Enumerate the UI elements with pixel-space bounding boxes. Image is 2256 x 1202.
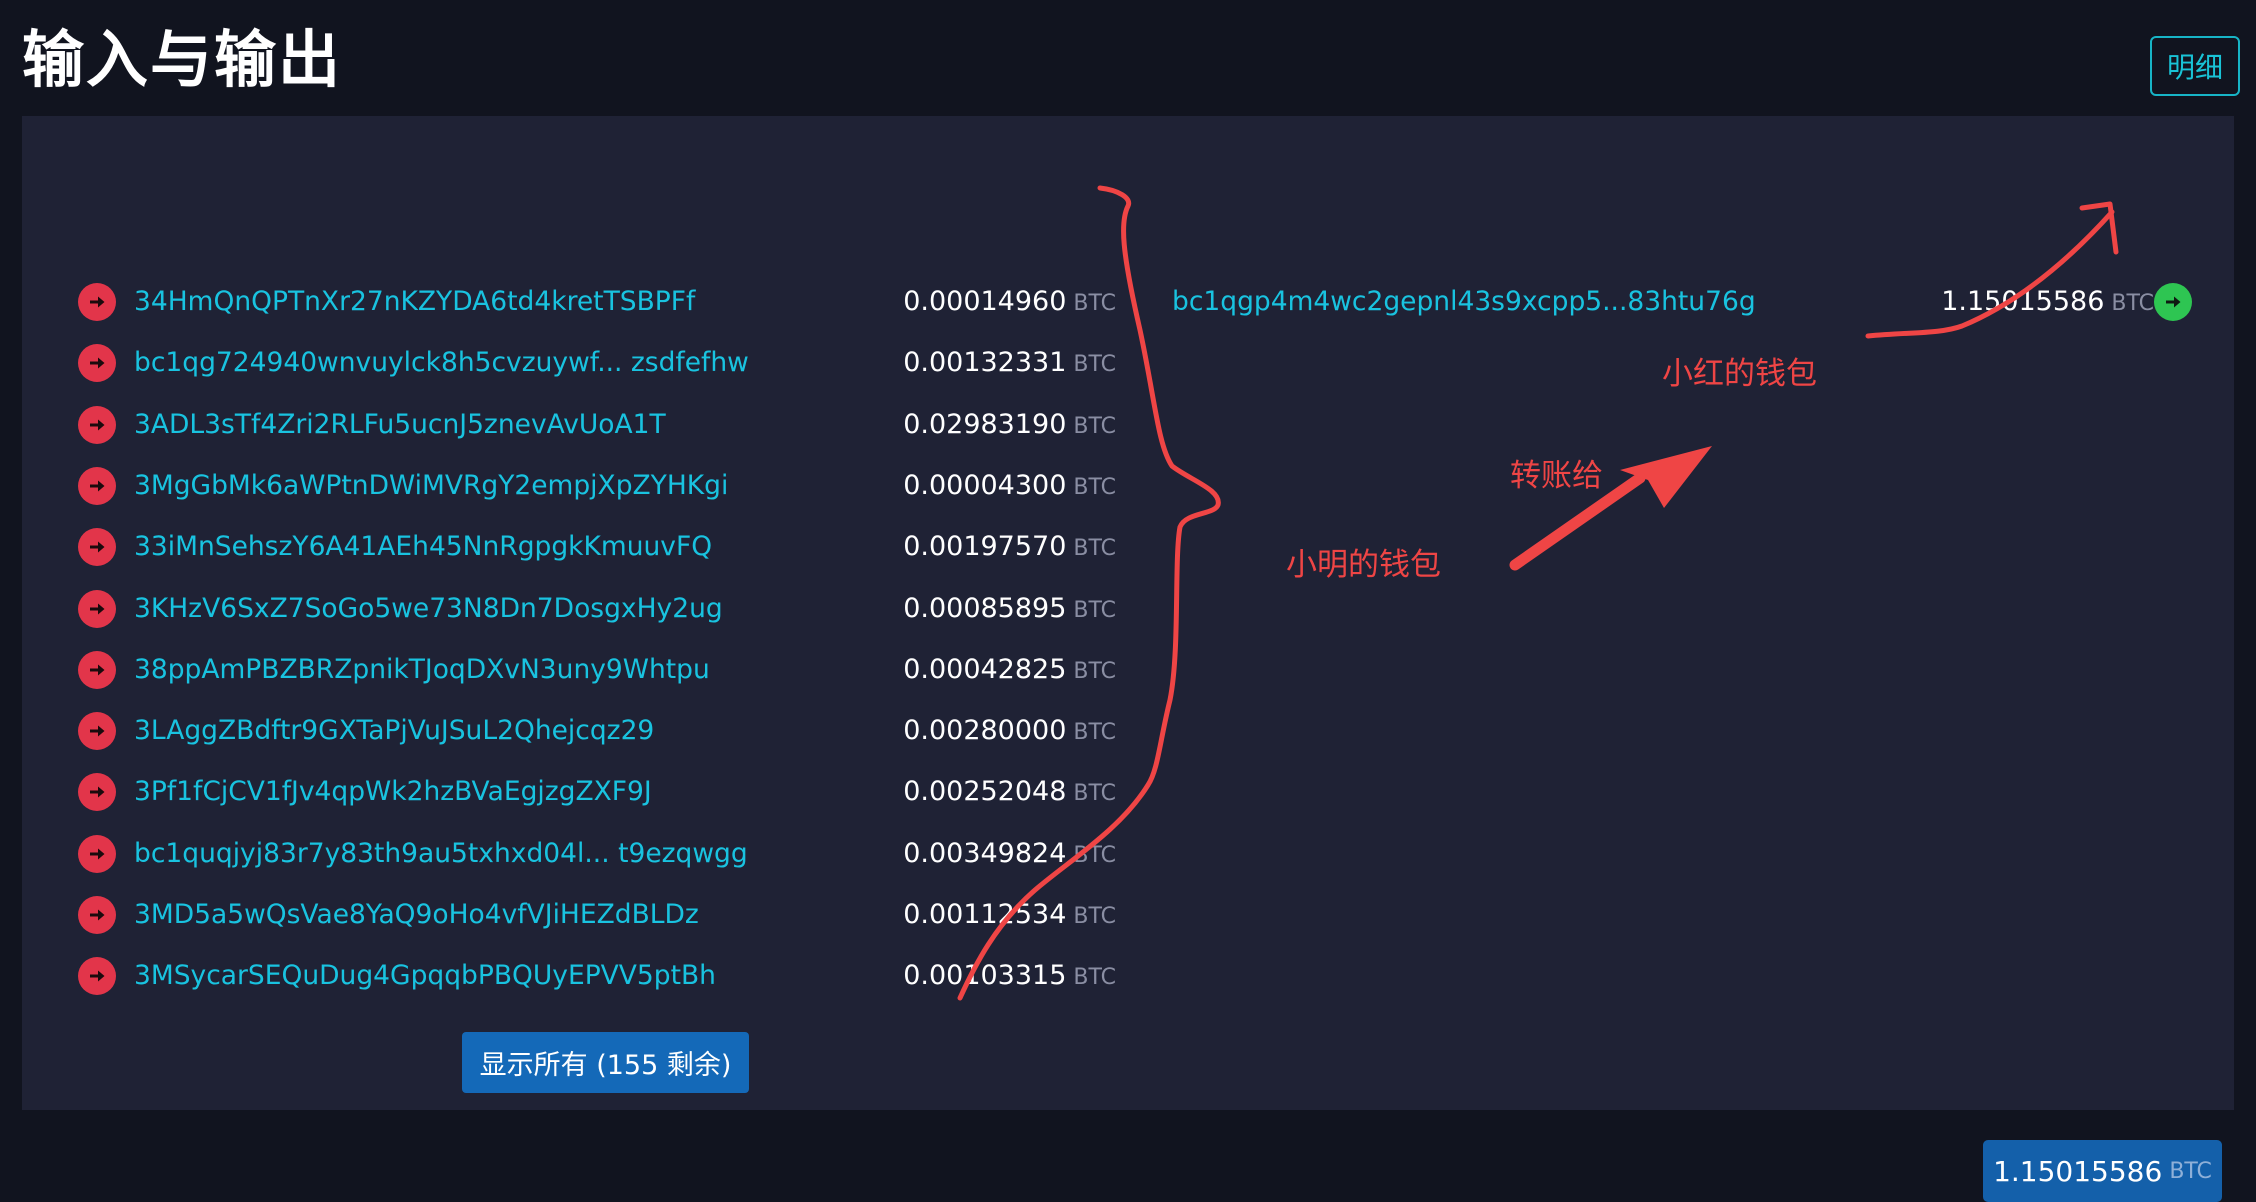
- arrow-right-circle-icon[interactable]: [78, 344, 116, 383]
- header: 输入与输出 明细: [0, 0, 2256, 116]
- input-amount-unit: BTC: [1073, 965, 1116, 991]
- input-amount: 0.00280000 BTC: [722, 701, 1116, 761]
- output-address-link[interactable]: bc1qgp4m4wc2gepnl43s9xcpp5...83htu76g: [1172, 280, 1756, 324]
- arrow-right-circle-icon[interactable]: [78, 405, 116, 444]
- page-title: 输入与输出: [22, 23, 343, 96]
- arrow-right-circle-icon[interactable]: [78, 589, 116, 628]
- input-address-link[interactable]: 34HmQnQPTnXr27nKZYDA6td4kretTSBPFf: [134, 280, 695, 324]
- arrow-right-circle-icon[interactable]: [78, 957, 116, 996]
- input-amount: 0.00042825 BTC: [722, 640, 1116, 700]
- input-amount-value: 0.00103315: [903, 960, 1067, 992]
- total-amount-unit: BTC: [2169, 1158, 2212, 1184]
- total-amount-badge: 1.15015586 BTC: [1983, 1140, 2222, 1202]
- input-address-link[interactable]: bc1qg724940wnvuylck8h5cvzuywf... zsdfefh…: [134, 341, 749, 385]
- input-amount-value: 0.00014960: [903, 286, 1067, 317]
- input-amount: 0.00004300 BTC: [722, 456, 1116, 516]
- annotation-sender-wallet: 小明的钱包: [1286, 547, 1441, 583]
- input-address-link[interactable]: 3Pf1fCjCV1fJv4qpWk2hzBVaEgjzgZXF9J: [134, 770, 652, 814]
- input-amount: 0.00349824 BTC: [722, 824, 1116, 884]
- input-amount-unit: BTC: [1073, 413, 1116, 439]
- input-row: 34HmQnQPTnXr27nKZYDA6td4kretTSBPFf 0.0001…: [22, 272, 1122, 332]
- input-row: 33iMnSehszY6A41AEh45NnRgpgkKmuuvFQ 0.0019…: [22, 517, 1122, 577]
- input-amount-unit: BTC: [1073, 658, 1116, 684]
- input-row: 3KHzV6SxZ7SoGo5we73N8Dn7DosgxHy2ug 0.0008…: [22, 579, 1122, 639]
- arrow-right-circle-icon[interactable]: [2154, 283, 2192, 321]
- input-amount-unit: BTC: [1073, 781, 1116, 807]
- input-address-link[interactable]: 3LAggZBdftr9GXTaPjVuJSuL2Qhejcqz29: [134, 709, 654, 753]
- input-amount: 0.00085895 BTC: [722, 579, 1116, 639]
- input-amount-value: 0.00004300: [903, 469, 1067, 501]
- arrow-right-circle-icon[interactable]: [78, 283, 116, 321]
- input-address-link[interactable]: 3MSycarSEQuDug4GpqqbPBQUyEPVV5ptBh: [134, 954, 716, 998]
- annotation-transfer-to: 转账给: [1510, 458, 1603, 494]
- arrow-right-circle-icon[interactable]: [78, 466, 116, 505]
- output-amount-value: 1.15015586: [1941, 286, 2105, 317]
- input-amount-value: 0.00280000: [903, 715, 1067, 747]
- input-amount: 0.00014960 BTC: [722, 272, 1116, 332]
- inputs-outputs-panel: 34HmQnQPTnXr27nKZYDA6td4kretTSBPFf 0.0001…: [22, 116, 2234, 1202]
- input-amount-value: 0.00042825: [903, 653, 1067, 685]
- input-row: 3MSycarSEQuDug4GpqqbPBQUyEPVV5ptBh 0.0010…: [22, 946, 1122, 1006]
- input-row: 3MD5a5wQsVae8YaQ9oHo4vfVJiHEZdBLDz 0.0011…: [22, 885, 1122, 945]
- input-amount-unit: BTC: [1073, 720, 1116, 746]
- input-address-link[interactable]: 33iMnSehszY6A41AEh45NnRgpgkKmuuvFQ: [134, 525, 712, 569]
- input-amount-value: 0.02983190: [903, 408, 1067, 440]
- total-amount-value: 1.15015586: [1993, 1154, 2163, 1188]
- output-amount: 1.15015586 BTC: [1802, 272, 2154, 332]
- input-amount-value: 0.00349824: [903, 837, 1067, 869]
- input-amount-value: 0.00197570: [903, 531, 1067, 563]
- input-amount-unit: BTC: [1073, 904, 1116, 929]
- input-amount-unit: BTC: [1073, 842, 1116, 868]
- input-address-link[interactable]: 3ADL3sTf4Zri2RLFu5ucnJ5znevAvUoA1T: [134, 403, 666, 447]
- input-amount: 0.00103315 BTC: [722, 946, 1116, 1006]
- show-all-button[interactable]: 显示所有 (155 剩余): [462, 1032, 749, 1093]
- input-amount: 0.00132331 BTC: [722, 333, 1116, 393]
- input-amount-unit: BTC: [1073, 536, 1116, 562]
- arrow-right-circle-icon[interactable]: [78, 712, 116, 751]
- input-row: 3MgGbMk6aWPtnDWiMVRgY2empjXpZYHKgi 0.0000…: [22, 456, 1122, 516]
- input-amount: 0.00197570 BTC: [722, 517, 1116, 577]
- input-amount: 0.00112534 BTC: [722, 885, 1116, 945]
- arrow-right-circle-icon[interactable]: [78, 896, 116, 934]
- output-amount-unit: BTC: [2111, 291, 2154, 316]
- input-amount-unit: BTC: [1073, 352, 1116, 378]
- input-amount-value: 0.00252048: [903, 776, 1067, 808]
- arrow-right-circle-icon[interactable]: [78, 773, 116, 812]
- input-row: bc1quqjyj83r7y83th9au5txhxd04l... t9ezqw…: [22, 824, 1122, 884]
- input-amount-value: 0.00112534: [903, 899, 1067, 930]
- input-amount-unit: BTC: [1073, 474, 1116, 500]
- input-amount-value: 0.00132331: [903, 347, 1067, 379]
- input-amount-unit: BTC: [1073, 597, 1116, 623]
- input-address-link[interactable]: 38ppAmPBZBRZpnikTJoqDXvN3uny9Whtpu: [134, 648, 710, 692]
- input-address-link[interactable]: 3MgGbMk6aWPtnDWiMVRgY2empjXpZYHKgi: [134, 464, 728, 508]
- input-address-link[interactable]: 3KHzV6SxZ7SoGo5we73N8Dn7DosgxHy2ug: [134, 587, 723, 631]
- input-row: 3LAggZBdftr9GXTaPjVuJSuL2Qhejcqz29 0.0028…: [22, 701, 1122, 761]
- arrow-right-circle-icon[interactable]: [78, 834, 116, 873]
- input-row: bc1qg724940wnvuylck8h5cvzuywf... zsdfefh…: [22, 333, 1122, 393]
- input-amount-unit: BTC: [1073, 291, 1116, 316]
- input-amount: 0.00252048 BTC: [722, 762, 1116, 822]
- input-address-link[interactable]: bc1quqjyj83r7y83th9au5txhxd04l... t9ezqw…: [134, 832, 748, 876]
- input-amount-value: 0.00085895: [903, 592, 1067, 624]
- arrow-right-circle-icon[interactable]: [78, 528, 116, 567]
- arrow-right-circle-icon[interactable]: [78, 650, 116, 689]
- input-row: 38ppAmPBZBRZpnikTJoqDXvN3uny9Whtpu 0.0004…: [22, 640, 1122, 700]
- input-row: 3ADL3sTf4Zri2RLFu5ucnJ5znevAvUoA1T 0.0298…: [22, 395, 1122, 455]
- detail-button[interactable]: 明细: [2150, 36, 2240, 96]
- annotation-receiver-wallet: 小红的钱包: [1662, 356, 1817, 392]
- input-row: 3Pf1fCjCV1fJv4qpWk2hzBVaEgjzgZXF9J 0.0025…: [22, 762, 1122, 822]
- input-amount: 0.02983190 BTC: [722, 395, 1116, 455]
- input-address-link[interactable]: 3MD5a5wQsVae8YaQ9oHo4vfVJiHEZdBLDz: [134, 893, 699, 937]
